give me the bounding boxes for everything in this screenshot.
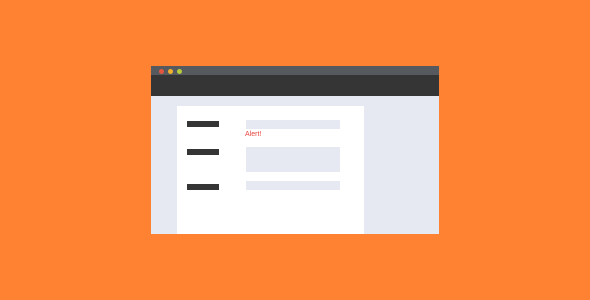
- alert-message: Alert!: [245, 131, 262, 138]
- window-titlebar: [151, 66, 439, 75]
- field-label-placeholder-3: [187, 184, 219, 190]
- maximize-window-button[interactable]: [177, 69, 182, 74]
- text-input-3[interactable]: [246, 181, 340, 190]
- form-card: Alert!: [177, 106, 364, 234]
- close-window-button[interactable]: [159, 69, 164, 74]
- field-label-placeholder-1: [187, 121, 219, 127]
- page-viewport: Alert!: [151, 96, 439, 234]
- browser-toolbar: [151, 75, 439, 96]
- text-input-1[interactable]: [246, 120, 340, 129]
- orange-background: Alert!: [0, 0, 590, 300]
- textarea-input[interactable]: [246, 147, 340, 172]
- browser-window: Alert!: [151, 66, 439, 234]
- field-label-placeholder-2: [187, 149, 219, 155]
- minimize-window-button[interactable]: [168, 69, 173, 74]
